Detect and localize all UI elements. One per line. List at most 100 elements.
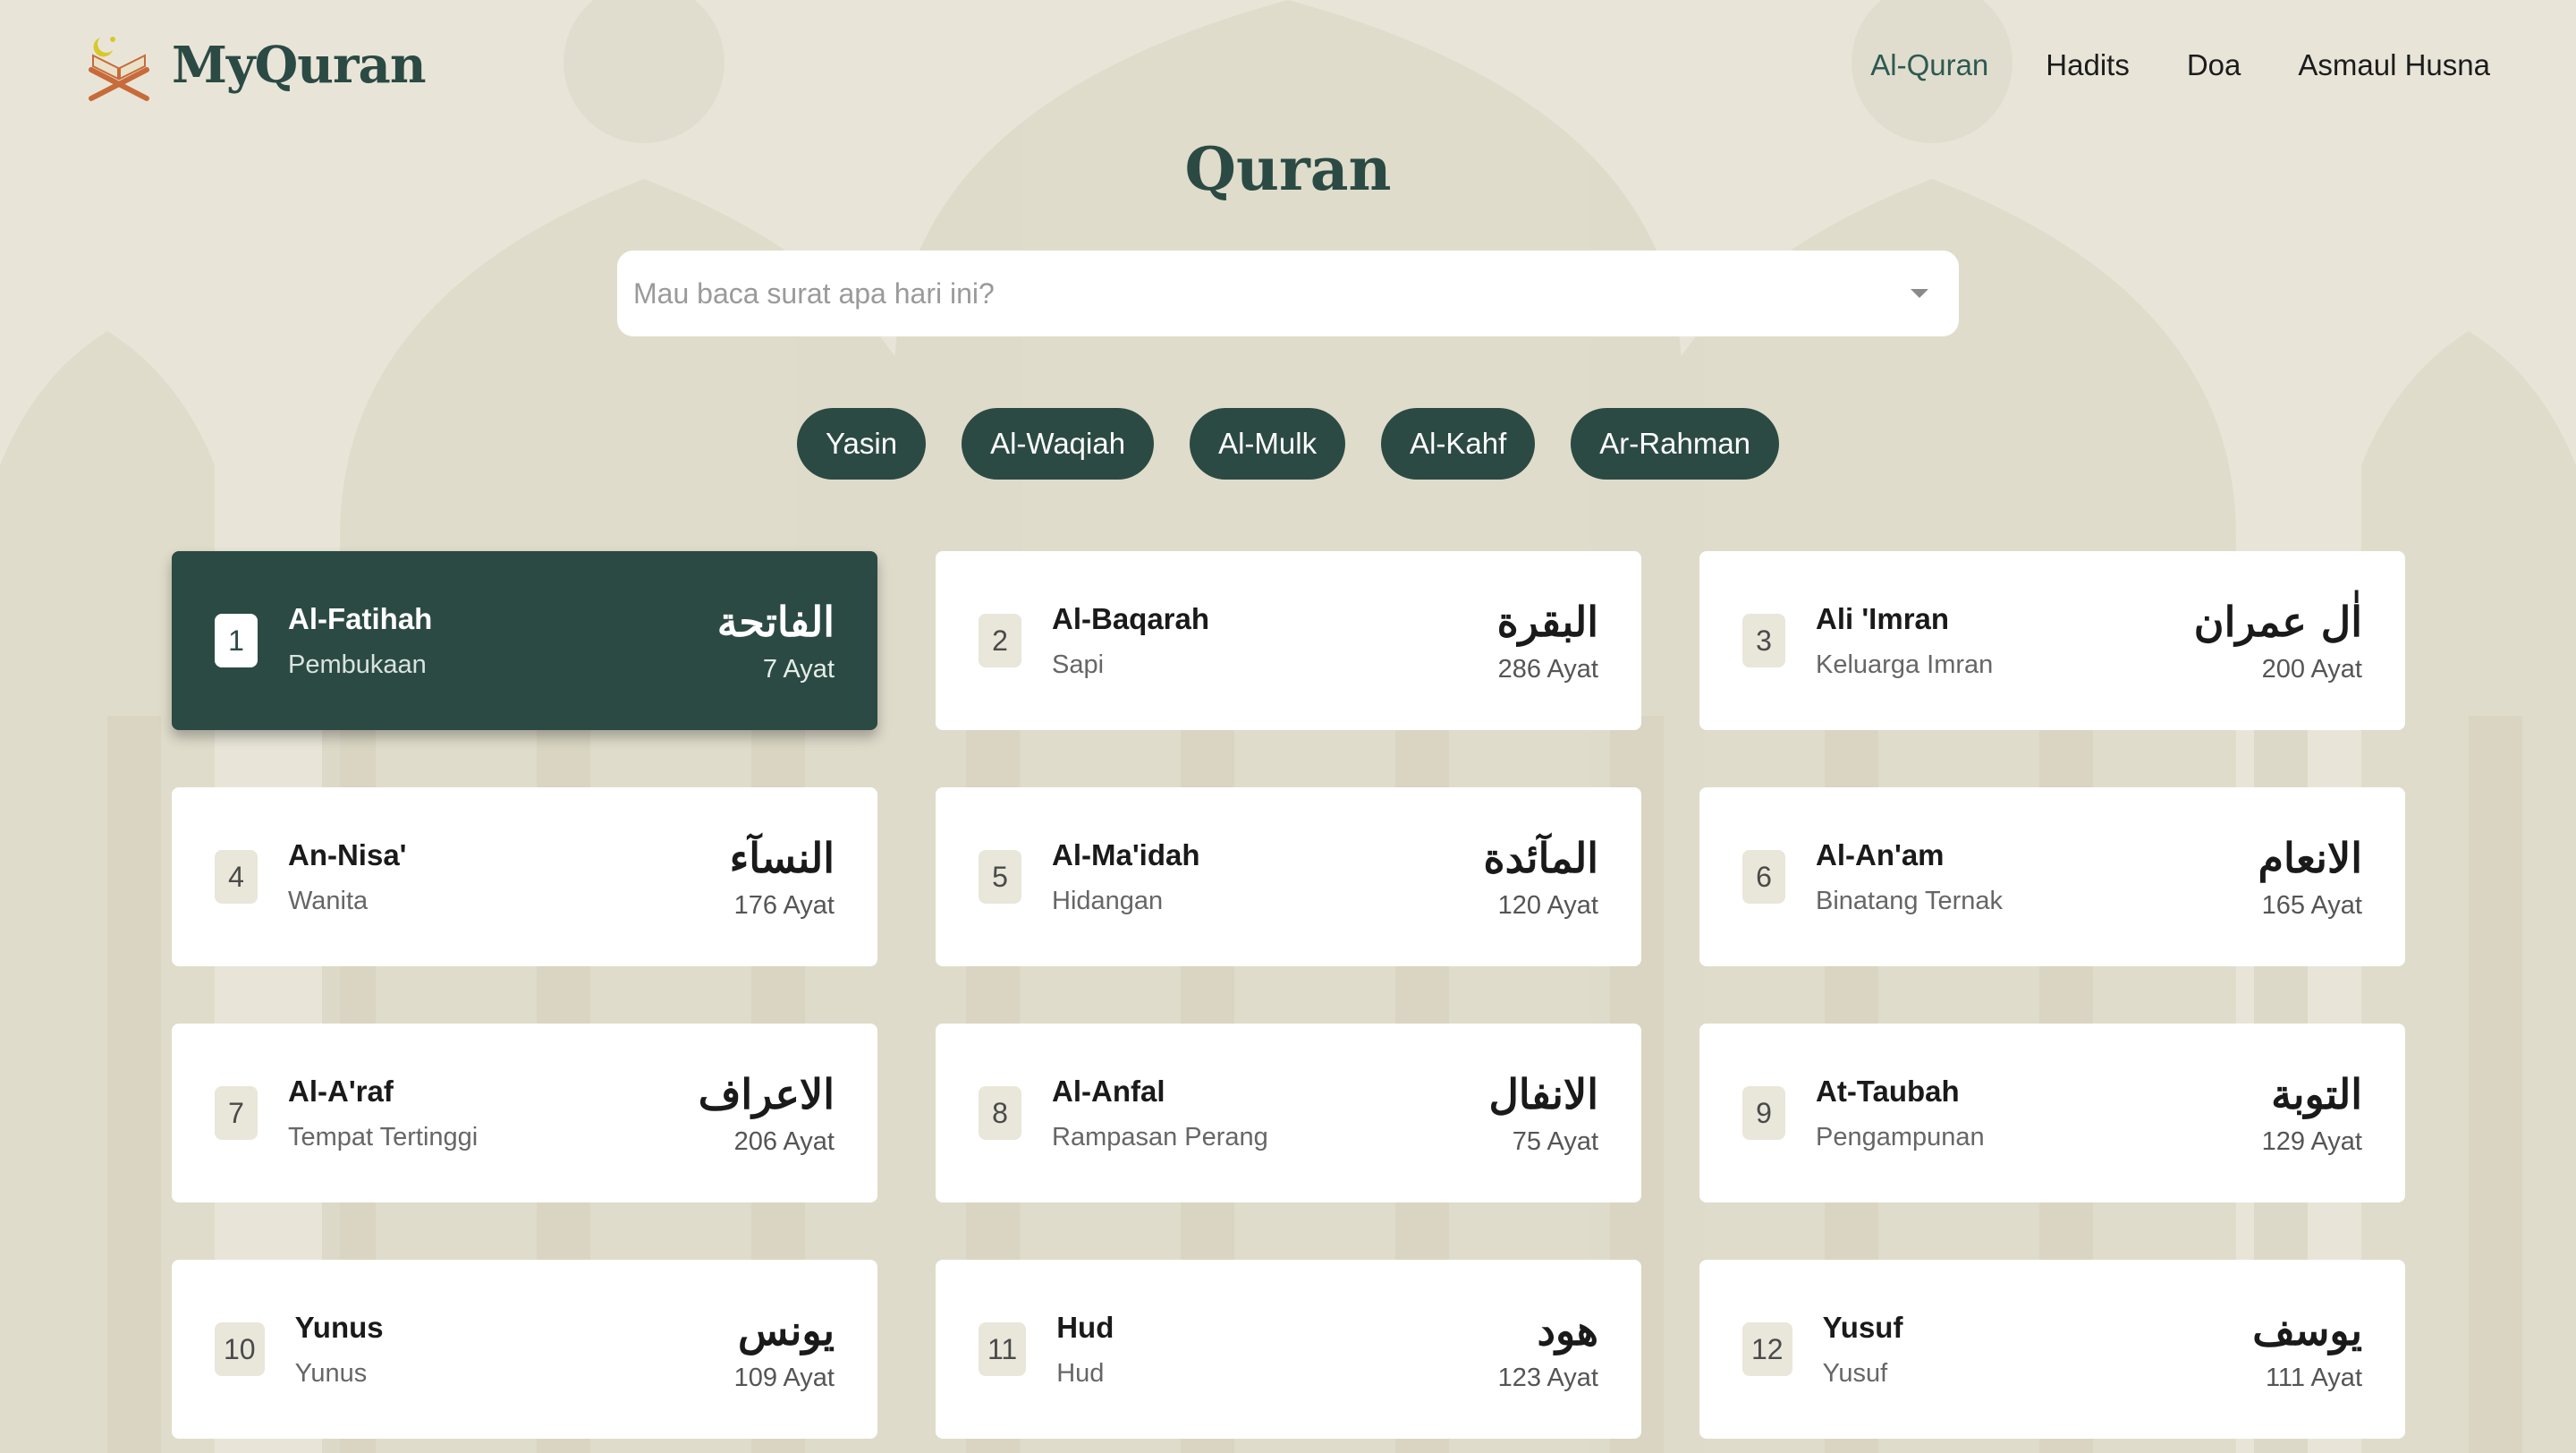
top-header: MyQuran Al-Quran Hadits Doa Asmaul Husna — [0, 0, 2576, 130]
surah-latin-name: Hud — [1056, 1310, 1114, 1344]
surah-right: الفاتحة 7 Ayat — [717, 598, 835, 684]
surah-meaning: Keluarga Imran — [1816, 650, 1994, 679]
surah-right: يوسف 111 Ayat — [2252, 1306, 2362, 1393]
surah-card[interactable]: 9 At-Taubah Pengampunan التوبة 129 Ayat — [1699, 1024, 2405, 1202]
surah-meaning: Pembukaan — [288, 650, 427, 679]
page-title: Quran — [1184, 134, 1392, 204]
search-input[interactable] — [633, 276, 1911, 310]
surah-ayat-count: 286 Ayat — [1497, 654, 1598, 684]
surah-number: 5 — [979, 850, 1021, 904]
surah-arabic-name: التوبة — [2271, 1069, 2362, 1118]
surah-arabic-name: البقرة — [1496, 597, 1598, 646]
surah-meaning: Rampasan Perang — [1052, 1122, 1268, 1151]
surah-number: 9 — [1742, 1086, 1785, 1140]
surah-right: الاعراف 206 Ayat — [699, 1070, 835, 1157]
surah-meaning: Yunus — [294, 1358, 368, 1388]
surah-card[interactable]: 3 Ali 'Imran Keluarga Imran اٰل عمران 20… — [1699, 551, 2405, 730]
caret-down-icon[interactable] — [1911, 289, 1928, 298]
surah-names: Al-A'raf Tempat Tertinggi — [288, 1075, 699, 1152]
surah-arabic-name: يونس — [737, 1305, 835, 1355]
surah-number: 10 — [215, 1322, 265, 1376]
surah-meaning: Sapi — [1052, 650, 1105, 679]
surah-right: يونس 109 Ayat — [734, 1306, 835, 1393]
chip-al-kahf[interactable]: Al-Kahf — [1381, 408, 1536, 480]
surah-arabic-name: الانعام — [2258, 833, 2362, 882]
surah-meaning: Wanita — [288, 886, 369, 915]
surah-card[interactable]: 12 Yusuf Yusuf يوسف 111 Ayat — [1699, 1260, 2405, 1439]
surah-ayat-count: 75 Ayat — [1512, 1126, 1598, 1156]
surah-card[interactable]: 2 Al-Baqarah Sapi البقرة 286 Ayat — [936, 551, 1641, 730]
surah-number: 2 — [979, 614, 1021, 667]
chip-al-mulk[interactable]: Al-Mulk — [1190, 408, 1346, 480]
surah-number: 11 — [979, 1322, 1027, 1376]
main-nav: Al-Quran Hadits Doa Asmaul Husna — [1870, 48, 2490, 82]
surah-names: Hud Hud — [1056, 1311, 1497, 1389]
surah-ayat-count: 129 Ayat — [2261, 1126, 2362, 1156]
surah-meaning: Tempat Tertinggi — [288, 1122, 479, 1151]
surah-right: هود 123 Ayat — [1498, 1306, 1598, 1393]
surah-search-select[interactable] — [617, 251, 1959, 336]
surah-card[interactable]: 4 An-Nisa' Wanita النسآء 176 Ayat — [172, 787, 877, 966]
surah-names: At-Taubah Pengampunan — [1816, 1075, 2262, 1152]
chip-al-waqiah[interactable]: Al-Waqiah — [962, 408, 1155, 480]
surah-names: Yunus Yunus — [295, 1311, 734, 1389]
chip-yasin[interactable]: Yasin — [796, 408, 927, 480]
surah-right: اٰل عمران 200 Ayat — [2194, 598, 2362, 684]
surah-names: Al-Fatihah Pembukaan — [288, 602, 717, 680]
surah-ayat-count: 165 Ayat — [2261, 890, 2362, 920]
surah-meaning: Hud — [1056, 1358, 1105, 1388]
surah-ayat-count: 123 Ayat — [1497, 1363, 1598, 1392]
surah-number: 7 — [215, 1086, 258, 1140]
surah-card[interactable]: 5 Al-Ma'idah Hidangan المآئدة 120 Ayat — [936, 787, 1641, 966]
surah-number: 1 — [215, 614, 258, 667]
surah-latin-name: An-Nisa' — [288, 837, 407, 871]
surah-arabic-name: المآئدة — [1483, 833, 1598, 882]
surah-meaning: Yusuf — [1822, 1358, 1888, 1388]
surah-latin-name: Al-Fatihah — [288, 601, 433, 635]
quran-stand-logo-icon — [89, 36, 149, 101]
surah-card[interactable]: 6 Al-An'am Binatang Ternak الانعام 165 A… — [1699, 787, 2405, 966]
surah-arabic-name: النسآء — [729, 833, 835, 882]
brand-name: MyQuran — [172, 35, 427, 95]
quick-surah-chips: Yasin Al-Waqiah Al-Mulk Al-Kahf Ar-Rahma… — [0, 408, 2576, 480]
surah-right: النسآء 176 Ayat — [730, 834, 835, 921]
nav-item-hadits[interactable]: Hadits — [2046, 48, 2130, 82]
page: MyQuran Al-Quran Hadits Doa Asmaul Husna… — [0, 0, 2576, 1453]
surah-names: Al-Ma'idah Hidangan — [1052, 838, 1484, 916]
surah-arabic-name: الفاتحة — [716, 597, 835, 646]
chip-ar-rahman[interactable]: Ar-Rahman — [1571, 408, 1780, 480]
surah-names: Al-Baqarah Sapi — [1052, 602, 1497, 680]
surah-arabic-name: اٰل عمران — [2193, 597, 2362, 646]
surah-number: 3 — [1742, 614, 1785, 667]
surah-names: Al-Anfal Rampasan Perang — [1052, 1075, 1488, 1152]
surah-latin-name: Al-An'am — [1816, 837, 1945, 871]
surah-arabic-name: هود — [1537, 1305, 1598, 1355]
surah-latin-name: At-Taubah — [1816, 1074, 1960, 1108]
surah-card[interactable]: 1 Al-Fatihah Pembukaan الفاتحة 7 Ayat — [172, 551, 877, 730]
surah-ayat-count: 120 Ayat — [1497, 890, 1598, 920]
surah-meaning: Binatang Ternak — [1816, 886, 2004, 915]
surah-names: Yusuf Yusuf — [1823, 1311, 2253, 1389]
surah-right: التوبة 129 Ayat — [2262, 1070, 2362, 1157]
surah-latin-name: Yunus — [294, 1310, 384, 1344]
surah-card[interactable]: 8 Al-Anfal Rampasan Perang الانفال 75 Ay… — [936, 1024, 1641, 1202]
surah-grid: 1 Al-Fatihah Pembukaan الفاتحة 7 Ayat 2 … — [172, 551, 2405, 1439]
brand[interactable]: MyQuran — [86, 29, 427, 102]
surah-number: 8 — [979, 1086, 1021, 1140]
surah-card[interactable]: 11 Hud Hud هود 123 Ayat — [936, 1260, 1641, 1439]
surah-ayat-count: 111 Ayat — [2265, 1363, 2362, 1392]
surah-right: الانفال 75 Ayat — [1488, 1070, 1598, 1157]
surah-meaning: Hidangan — [1052, 886, 1164, 915]
nav-item-doa[interactable]: Doa — [2187, 48, 2241, 82]
surah-names: Al-An'am Binatang Ternak — [1816, 838, 2258, 916]
surah-right: الانعام 165 Ayat — [2258, 834, 2362, 921]
surah-card[interactable]: 10 Yunus Yunus يونس 109 Ayat — [172, 1260, 877, 1439]
surah-arabic-name: يوسف — [2252, 1305, 2362, 1355]
nav-item-al-quran[interactable]: Al-Quran — [1870, 48, 1988, 82]
surah-card[interactable]: 7 Al-A'raf Tempat Tertinggi الاعراف 206 … — [172, 1024, 877, 1202]
surah-ayat-count: 206 Ayat — [733, 1126, 835, 1156]
surah-latin-name: Yusuf — [1822, 1310, 1903, 1344]
surah-number: 4 — [215, 850, 258, 904]
nav-item-asmaul-husna[interactable]: Asmaul Husna — [2298, 48, 2490, 82]
surah-latin-name: Al-A'raf — [288, 1074, 394, 1108]
